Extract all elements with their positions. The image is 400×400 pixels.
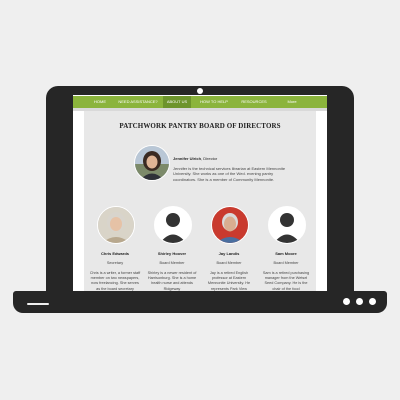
member-photo-chris (97, 206, 135, 244)
member-name: Jay Landis (218, 251, 240, 256)
member-name: Chris Edwards (100, 251, 129, 256)
member-photo-shirley (154, 206, 192, 244)
nav-about-us[interactable]: ABOUT US (163, 96, 191, 108)
director-photo (134, 145, 170, 181)
director-role: , Director (201, 156, 218, 161)
nav-home[interactable]: HOME (83, 96, 117, 108)
nav-more[interactable]: More (277, 96, 307, 108)
indicator-dot-icon (369, 298, 376, 305)
laptop-frame: HOME NEED ASSISTANCE? ABOUT US HOW TO HE… (46, 86, 354, 301)
member-name: Shirley Hoover (157, 251, 187, 256)
laptop-base (13, 291, 387, 313)
member-role: Secretary (106, 261, 124, 265)
base-slot (27, 303, 49, 305)
member-card: Chris Edwards Secretary Chris is a write… (89, 251, 141, 292)
nav-how-to-help[interactable]: HOW TO HELP (195, 96, 233, 108)
member-bio: Chris is a writer, a former staff member… (89, 271, 141, 291)
member-role: Board Member (159, 261, 185, 265)
base-indicator-lights (343, 298, 376, 305)
laptop-screen: HOME NEED ASSISTANCE? ABOUT US HOW TO HE… (73, 95, 327, 301)
member-name: Sam Moore (275, 251, 297, 256)
nav-resources[interactable]: RESOURCES (237, 96, 271, 108)
nav-need-assistance[interactable]: NEED ASSISTANCE? (117, 96, 159, 108)
board-page: PATCHWORK PANTRY BOARD OF DIRECTORS Jenn… (84, 111, 316, 301)
page-title: PATCHWORK PANTRY BOARD OF DIRECTORS (119, 122, 281, 130)
member-card: Shirley Hoover Board Member Shirley is a… (146, 251, 198, 292)
indicator-dot-icon (356, 298, 363, 305)
director-name-line: Jennifer Ulrich, Director (173, 156, 217, 161)
placeholder-avatar-icon (269, 207, 305, 243)
director-bio: Jennifer is the technical services libra… (173, 166, 286, 182)
member-bio: Shirley is a newer resident of Harrisonb… (147, 271, 197, 291)
director-name: Jennifer Ulrich (173, 156, 202, 161)
member-bio: Sam is a retired purchasing manager from… (262, 271, 310, 291)
main-nav: HOME NEED ASSISTANCE? ABOUT US HOW TO HE… (73, 96, 327, 108)
indicator-dot-icon (343, 298, 350, 305)
member-card: Sam Moore Board Member Sam is a retired … (260, 251, 312, 292)
placeholder-avatar-icon (155, 207, 191, 243)
member-role: Board Member (216, 261, 242, 265)
webcam-icon (197, 88, 203, 94)
member-role: Board Member (273, 261, 299, 265)
member-photo-sam (268, 206, 306, 244)
member-photo-jay (211, 206, 249, 244)
